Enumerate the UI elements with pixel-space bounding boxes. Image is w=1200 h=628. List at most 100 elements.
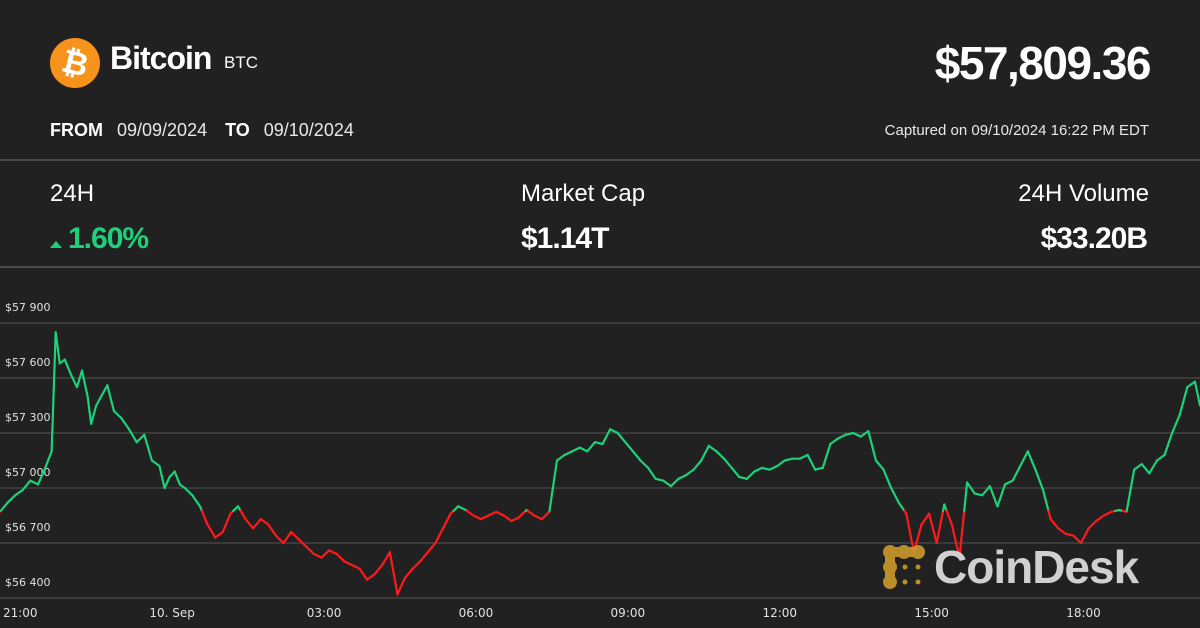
- price-segment: [173, 470, 181, 486]
- price-segment: [63, 358, 72, 376]
- from-label: FROM: [50, 120, 103, 140]
- price-segment: [836, 433, 847, 440]
- current-price: $57,809.36: [934, 37, 1152, 89]
- price-segment: [654, 477, 665, 482]
- coin-symbol: BTC: [224, 53, 258, 72]
- price-segment: [533, 514, 543, 521]
- y-tick-label: $57 300: [5, 411, 51, 424]
- x-tick-label: 06:00: [459, 606, 494, 620]
- price-segment: [890, 486, 900, 504]
- price-segment: [69, 373, 79, 389]
- price-segment: [100, 384, 109, 398]
- price-segment: [963, 481, 969, 513]
- price-segment: [47, 450, 53, 462]
- price-segment: [1087, 519, 1098, 530]
- price-segment: [1041, 488, 1050, 513]
- price-segment: [882, 468, 893, 490]
- y-axis-labels: $56 400$56 700$57 000$57 300$57 600$57 9…: [5, 301, 51, 589]
- price-segment: [259, 518, 270, 526]
- market-cap-label: Market Cap: [521, 180, 646, 207]
- price-segment: [760, 466, 771, 471]
- price-segment: [945, 509, 953, 526]
- y-tick-label: $57 900: [5, 301, 51, 314]
- price-segment: [80, 369, 89, 398]
- price-segment: [745, 470, 756, 480]
- price-segment: [1178, 386, 1189, 416]
- price-segment: [200, 509, 209, 526]
- price-segment: [426, 541, 437, 554]
- price-segment: [692, 459, 703, 471]
- price-segment: [1064, 532, 1075, 537]
- bitcoin-logo: ₿: [50, 38, 100, 88]
- price-segment: [86, 395, 93, 425]
- to-date: 09/10/2024: [263, 120, 354, 140]
- price-segment: [897, 501, 906, 513]
- price-segment: [373, 563, 384, 576]
- change-value: 1.60%: [50, 222, 149, 256]
- price-segment: [730, 466, 741, 479]
- triangle-up-icon: [50, 240, 62, 248]
- price-segment: [267, 523, 278, 537]
- price-segment: [1171, 413, 1181, 435]
- to-label: TO: [225, 120, 250, 140]
- coindesk-watermark: CoinDesk: [882, 540, 1139, 594]
- price-segment: [867, 430, 878, 462]
- price-segment: [1047, 509, 1052, 521]
- price-segment: [282, 530, 293, 545]
- price-segment: [647, 466, 657, 480]
- price-segment: [715, 450, 726, 460]
- price-segment: [662, 479, 672, 488]
- from-date: 09/09/2024: [117, 120, 208, 140]
- price-segment: [120, 417, 131, 431]
- price-segment: [214, 530, 224, 539]
- price-segment: [707, 444, 718, 453]
- x-tick-label: 12:00: [762, 606, 797, 620]
- y-tick-label: $57 600: [5, 356, 51, 369]
- price-segment: [1148, 459, 1159, 475]
- price-segment: [616, 431, 627, 444]
- price-segment: [510, 516, 521, 523]
- price-segment: [814, 466, 824, 471]
- price-segment: [783, 457, 794, 462]
- price-segment: [441, 512, 452, 530]
- price-segment: [158, 464, 166, 490]
- price-segment: [798, 453, 809, 460]
- price-segment: [252, 518, 262, 530]
- price-segment: [183, 486, 194, 497]
- price-segment: [624, 441, 635, 453]
- x-axis-labels: 21:00 10. Sep 03:00 06:00 09:00 12:00 15:00 18:…: [3, 606, 1101, 620]
- price-segment: [495, 510, 505, 517]
- price-segment: [1140, 463, 1151, 475]
- price-segment: [1163, 431, 1174, 457]
- price-segment: [928, 512, 938, 545]
- captured-timestamp: Captured on 09/10/2024 16:22 PM EDT: [884, 122, 1149, 139]
- price-segment: [143, 433, 153, 462]
- price-segment: [601, 428, 612, 446]
- price-segment: [465, 509, 475, 517]
- price-segment: [335, 552, 346, 563]
- price-segment: [1019, 450, 1029, 468]
- y-tick-label: $56 700: [5, 521, 51, 534]
- price-segment: [1125, 468, 1136, 513]
- price-segment: [0, 501, 9, 513]
- price-segment: [29, 479, 40, 486]
- price-segment: [669, 477, 680, 488]
- price-segment: [753, 466, 764, 473]
- price-segment: [472, 514, 483, 521]
- price-segment: [388, 551, 399, 596]
- price-segment: [555, 453, 566, 462]
- change-percent: 1.60%: [68, 222, 149, 255]
- price-segment: [586, 441, 597, 453]
- x-tick-label: 15:00: [914, 606, 949, 620]
- price-segment: [320, 549, 331, 559]
- price-segment: [479, 514, 490, 521]
- price-segment: [457, 505, 467, 512]
- price-segment: [639, 459, 650, 469]
- price-segment: [419, 551, 429, 563]
- price-segment: [1133, 463, 1143, 471]
- price-segment: [540, 510, 551, 521]
- price-segment: [920, 512, 931, 526]
- price-segment: [700, 444, 710, 462]
- price-segment: [343, 560, 353, 567]
- price-segment: [90, 404, 98, 425]
